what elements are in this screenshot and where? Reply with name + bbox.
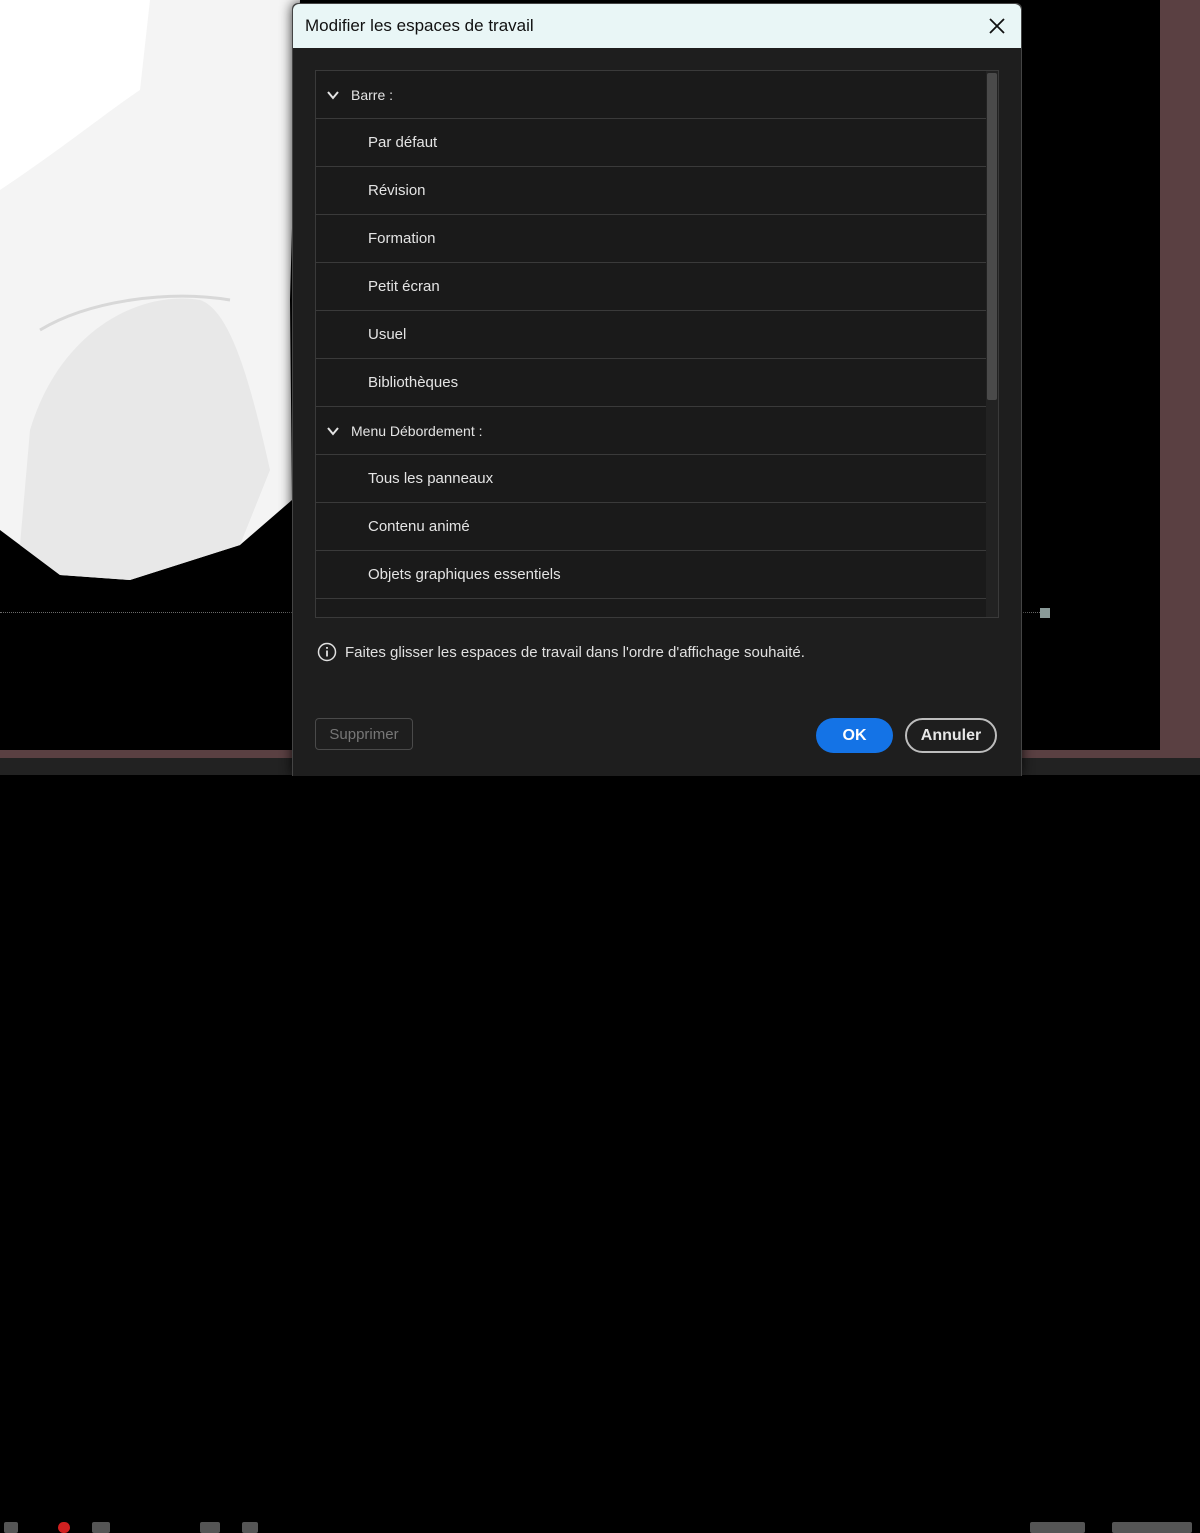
group-label: Menu Débordement : xyxy=(351,422,483,439)
toolbar-icon xyxy=(200,1522,220,1533)
workspace-item[interactable]: Petit écran xyxy=(316,263,986,311)
workspace-item-label: Contenu animé xyxy=(368,518,470,535)
workspace-item-label: Formation xyxy=(368,230,436,247)
dialog-title: Modifier les espaces de travail xyxy=(305,16,534,35)
ok-button[interactable]: OK xyxy=(816,718,893,753)
toolbar-icon xyxy=(242,1522,258,1533)
workspace-item[interactable]: Objets graphiques essentiels xyxy=(316,551,986,599)
workspace-item-label: Petit écran xyxy=(368,278,440,295)
workspace-item-label: Objets graphiques essentiels xyxy=(368,566,561,583)
chevron-down-icon[interactable] xyxy=(325,423,341,439)
workspace-item[interactable]: Tous les panneaux xyxy=(316,455,986,503)
workspace-item[interactable]: Formation xyxy=(316,215,986,263)
workspace-item[interactable]: Par défaut xyxy=(316,119,986,167)
chevron-down-icon[interactable] xyxy=(325,87,341,103)
background-side-panel xyxy=(1160,0,1200,760)
workspace-list[interactable]: Barre : Par défaut Révision Formation Pe… xyxy=(315,70,999,618)
workspace-item-label: Bibliothèques xyxy=(368,374,459,391)
background-3d-shape xyxy=(0,0,300,580)
toolbar-icon xyxy=(4,1522,18,1533)
info-message: Faites glisser les espaces de travail da… xyxy=(317,642,805,662)
group-label: Barre : xyxy=(351,86,394,103)
close-button[interactable] xyxy=(983,12,1011,40)
record-icon xyxy=(58,1522,70,1533)
workspace-item[interactable]: Bibliothèques xyxy=(316,359,986,407)
info-icon xyxy=(317,642,337,662)
workspace-item-label: Usuel xyxy=(368,326,407,343)
workspace-item-label: Révision xyxy=(368,182,426,199)
dialog-titlebar: Modifier les espaces de travail xyxy=(293,4,1021,48)
toolbar-field xyxy=(1030,1522,1085,1533)
workspace-item[interactable] xyxy=(316,599,986,617)
group-header-menu-debordement[interactable]: Menu Débordement : xyxy=(316,407,986,455)
workspace-item[interactable]: Révision xyxy=(316,167,986,215)
delete-button[interactable]: Supprimer xyxy=(315,718,413,750)
workspace-item-label: Tous les panneaux xyxy=(368,470,494,487)
background-resize-handle xyxy=(1040,608,1050,618)
cancel-button[interactable]: Annuler xyxy=(905,718,997,753)
toolbar-icon xyxy=(92,1522,110,1533)
toolbar-field xyxy=(1112,1522,1192,1533)
group-header-barre[interactable]: Barre : xyxy=(316,71,986,119)
workspace-item[interactable]: Usuel xyxy=(316,311,986,359)
scrollbar-thumb[interactable] xyxy=(987,73,997,400)
workspace-list-content: Barre : Par défaut Révision Formation Pe… xyxy=(316,71,986,617)
edit-workspaces-dialog: Modifier les espaces de travail Barre : … xyxy=(292,3,1022,776)
workspace-item[interactable]: Contenu animé xyxy=(316,503,986,551)
scrollbar[interactable] xyxy=(986,71,998,617)
close-icon xyxy=(989,18,1005,34)
workspace-item-label: Par défaut xyxy=(368,134,438,151)
info-text: Faites glisser les espaces de travail da… xyxy=(345,643,805,661)
